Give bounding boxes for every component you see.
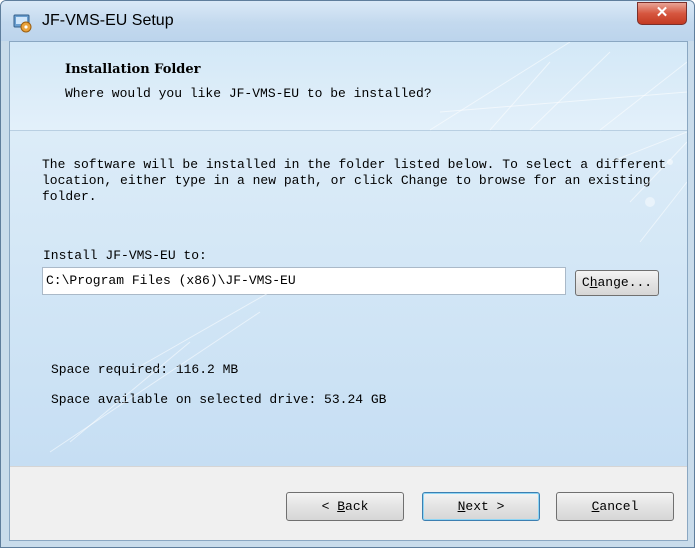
installer-icon [11,11,33,33]
change-button[interactable]: Change... [575,270,659,296]
page-subtitle: Where would you like JF-VMS-EU to be ins… [65,86,432,101]
install-path-label: Install JF-VMS-EU to: [43,248,207,263]
window-title: JF-VMS-EU Setup [42,12,174,29]
content-panel: The software will be installed in the fo… [10,131,687,466]
dialog-header: Installation Folder Where would you like… [10,42,687,130]
next-button[interactable]: Next > [422,492,540,521]
title-bar[interactable]: JF-VMS-EU Setup ✕ [1,1,694,41]
close-icon: ✕ [655,4,669,21]
description-text: The software will be installed in the fo… [42,157,667,204]
back-arrow: < [321,499,330,514]
install-path-input[interactable]: C:\Program Files (x86)\JF-VMS-EU [42,267,566,295]
change-label-end: ange... [597,275,653,290]
space-available-text: Space available on selected drive: 53.24… [51,392,387,407]
dialog-client-area: Installation Folder Where would you like… [9,41,688,541]
back-button[interactable]: < Back [286,492,404,521]
page-title: Installation Folder [65,62,201,77]
setup-window: JF-VMS-EU Setup ✕ Installation Folder Wh… [0,0,695,548]
close-button[interactable]: ✕ [637,2,687,25]
next-arrow: > [496,499,505,514]
change-label-start: C [581,275,590,290]
cancel-button[interactable]: Cancel [556,492,674,521]
back-label: ack [345,499,369,514]
cancel-label: ancel [599,499,639,514]
change-access-key: h [589,275,598,290]
space-required-text: Space required: 116.2 MB [51,362,239,377]
dialog-footer: < Back Next > Cancel [10,467,687,540]
next-label: ext [465,499,489,514]
back-access-key: B [337,499,346,514]
